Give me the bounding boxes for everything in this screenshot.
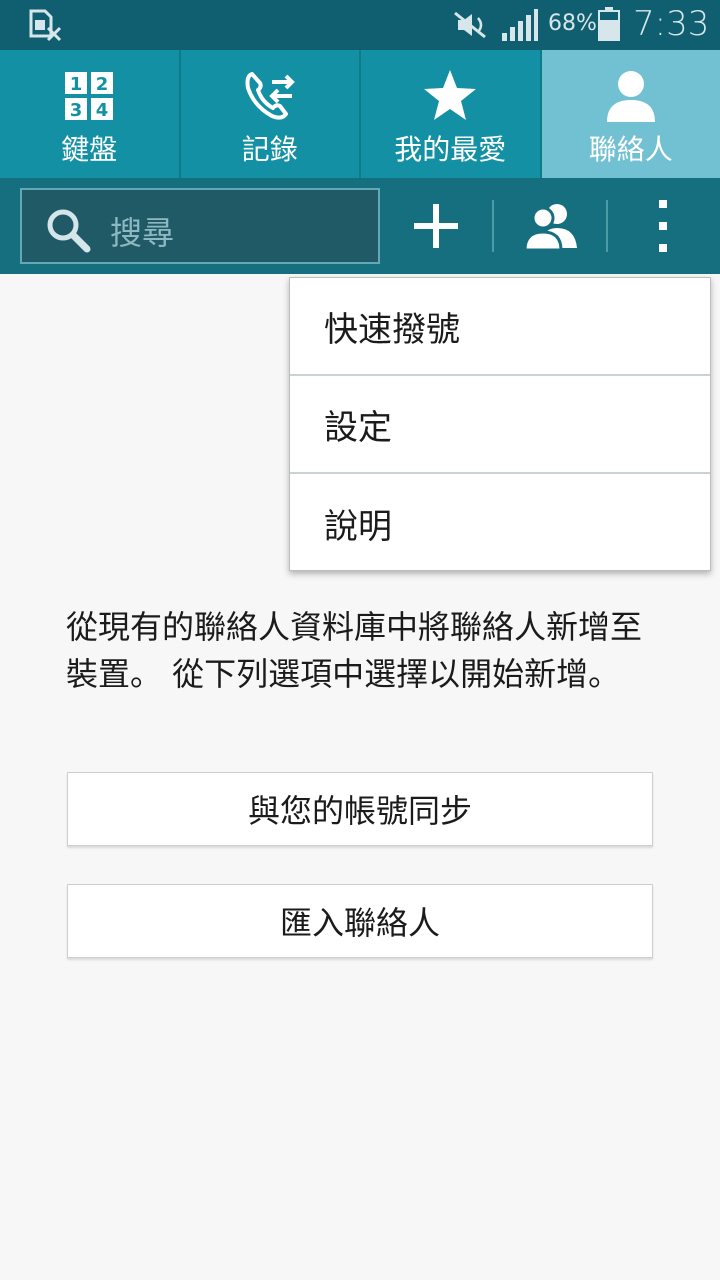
search-placeholder: 搜尋 (110, 214, 175, 252)
tab-label: 聯絡人 (588, 133, 673, 166)
svg-text:2: 2 (96, 74, 109, 95)
add-icon (414, 204, 458, 248)
svg-text:3: 3 (70, 100, 83, 121)
groups-button[interactable] (516, 196, 586, 256)
sim-card-off-icon (29, 9, 62, 42)
tab-call-log[interactable]: 記錄 (181, 50, 361, 178)
battery-icon (598, 7, 620, 41)
empty-state-message: 從現有的聯絡人資料庫中將聯絡人新增至裝置。 從下列選項中選擇以開始新增。 (66, 608, 643, 693)
svg-text:1: 1 (70, 74, 83, 95)
svg-text:4: 4 (96, 100, 109, 121)
tab-label: 鍵盤 (61, 133, 118, 166)
search-icon (47, 209, 91, 253)
star-icon (415, 68, 485, 124)
sync-account-button[interactable]: 與您的帳號同步 (67, 772, 653, 846)
toolbar-divider (606, 200, 608, 252)
call-log-icon (235, 68, 305, 124)
add-contact-button[interactable] (404, 194, 468, 258)
tab-favorites[interactable]: 我的最愛 (361, 50, 542, 178)
menu-item-help[interactable]: 說明 (290, 474, 710, 572)
tab-contacts[interactable]: 聯絡人 (541, 50, 720, 178)
battery-percent: 68% (548, 11, 597, 36)
keypad-icon: 1 2 3 4 (54, 68, 124, 124)
more-options-button[interactable] (640, 196, 686, 256)
person-icon (596, 68, 666, 124)
status-bar: 68% 7:33 (0, 0, 720, 50)
tab-bar: 1 2 3 4 鍵盤 記錄 我的最愛 聯絡人 (0, 50, 720, 178)
signal-icon (502, 9, 538, 41)
menu-item-settings[interactable]: 設定 (290, 376, 710, 474)
more-options-icon (659, 200, 667, 252)
mute-icon (454, 11, 486, 39)
groups-icon (523, 204, 577, 250)
menu-item-speed-dial[interactable]: 快速撥號 (290, 278, 710, 376)
import-contacts-button[interactable]: 匯入聯絡人 (67, 884, 653, 958)
tab-label: 記錄 (241, 133, 298, 166)
clock: 7:33 (633, 4, 710, 44)
tab-label: 我的最愛 (394, 133, 507, 166)
overflow-menu: 快速撥號 設定 說明 (289, 277, 711, 571)
tab-keypad[interactable]: 1 2 3 4 鍵盤 (0, 50, 181, 178)
search-field[interactable]: 搜尋 (20, 188, 380, 264)
toolbar-divider (492, 200, 494, 252)
contacts-toolbar: 搜尋 (0, 178, 720, 274)
